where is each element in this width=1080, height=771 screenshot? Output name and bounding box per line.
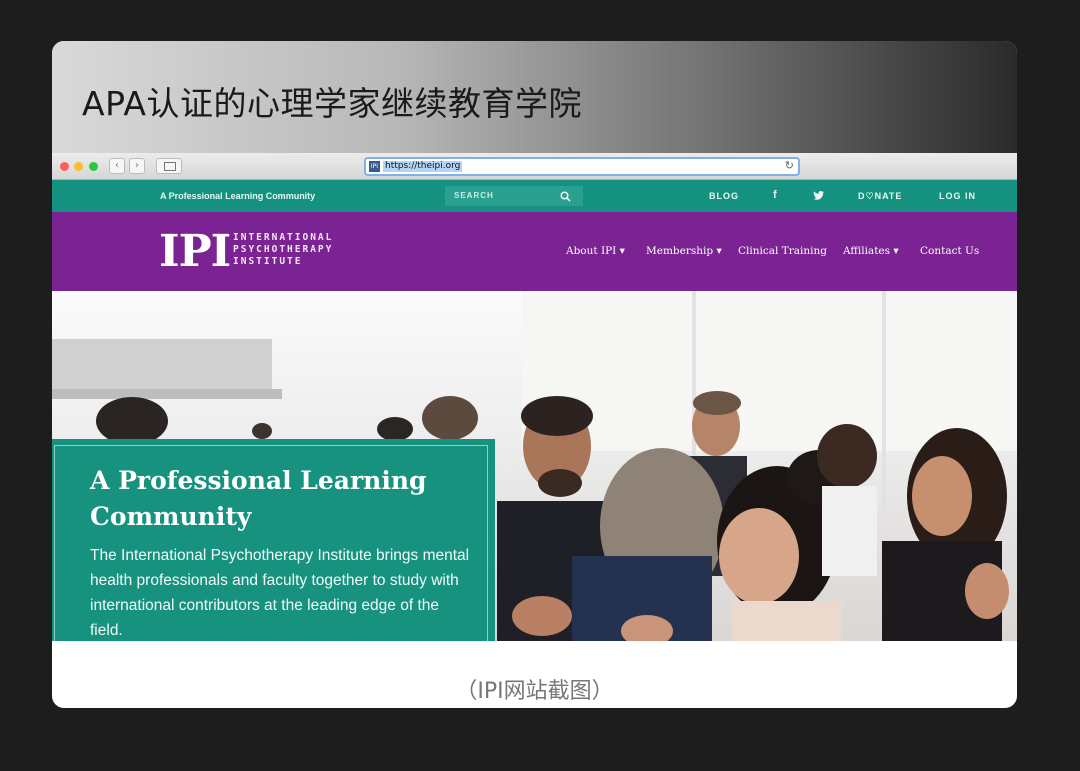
close-window-button[interactable] [60, 162, 69, 171]
hero-description: The International Psychotherapy Institut… [90, 547, 470, 639]
nav-clinical-training[interactable]: Clinical Training [738, 245, 827, 257]
hero-section: A Professional Learning Community The In… [52, 291, 1017, 641]
search-icon[interactable] [560, 191, 571, 202]
logo-line: INSTITUTE [233, 256, 303, 267]
slide-title: APA认证的心理学家继续教育学院 [82, 84, 582, 123]
facebook-icon[interactable]: f [773, 189, 778, 201]
browser-toolbar: ‹ › IPI https://theipi.org ↻ [52, 153, 1017, 180]
nav-affiliates[interactable]: Affiliates ▾ [843, 245, 899, 257]
blog-link[interactable]: BLOG [709, 191, 739, 201]
minimize-window-button[interactable] [74, 162, 83, 171]
hero-text-panel: A Professional Learning Community The In… [52, 439, 495, 641]
forward-button[interactable]: › [129, 158, 145, 174]
search-input[interactable]: SEARCH [445, 186, 583, 206]
site-favicon-icon: IPI [369, 161, 380, 172]
url-text[interactable]: https://theipi.org [383, 161, 463, 172]
donate-link[interactable]: D♡NATE [858, 191, 902, 202]
slide-card: APA认证的心理学家继续教育学院 ‹ › IPI https://theipi.… [52, 41, 1017, 708]
search-placeholder: SEARCH [454, 191, 494, 200]
twitter-icon[interactable] [813, 191, 824, 200]
sidebar-toggle-button[interactable] [156, 158, 182, 174]
logo-line: PSYCHOTHERAPY [233, 244, 334, 255]
ipi-logo[interactable]: IPI [159, 230, 231, 274]
slide-header: APA认证的心理学家继续教育学院 [52, 41, 1017, 153]
hero-title: A Professional Learning Community [90, 466, 427, 531]
address-bar[interactable]: IPI https://theipi.org ↻ [364, 157, 800, 176]
logo-line: INTERNATIONAL [233, 232, 334, 243]
main-navigation: IPI INTERNATIONAL PSYCHOTHERAPY INSTITUT… [52, 212, 1017, 291]
browser-window: ‹ › IPI https://theipi.org ↻ A Professio… [52, 153, 1017, 641]
tagline: A Professional Learning Community [160, 191, 316, 201]
logo-wordmark: INTERNATIONAL PSYCHOTHERAPY INSTITUTE [233, 232, 333, 268]
nav-membership[interactable]: Membership ▾ [646, 245, 722, 257]
utility-bar: A Professional Learning Community SEARCH… [52, 180, 1017, 212]
maximize-window-button[interactable] [89, 162, 98, 171]
back-button[interactable]: ‹ [109, 158, 125, 174]
nav-contact[interactable]: Contact Us [920, 245, 979, 257]
reload-icon[interactable]: ↻ [785, 159, 794, 172]
nav-about[interactable]: About IPI ▾ [566, 245, 625, 257]
image-caption: （IPI网站截图） [455, 679, 614, 704]
login-link[interactable]: LOG IN [939, 191, 976, 201]
